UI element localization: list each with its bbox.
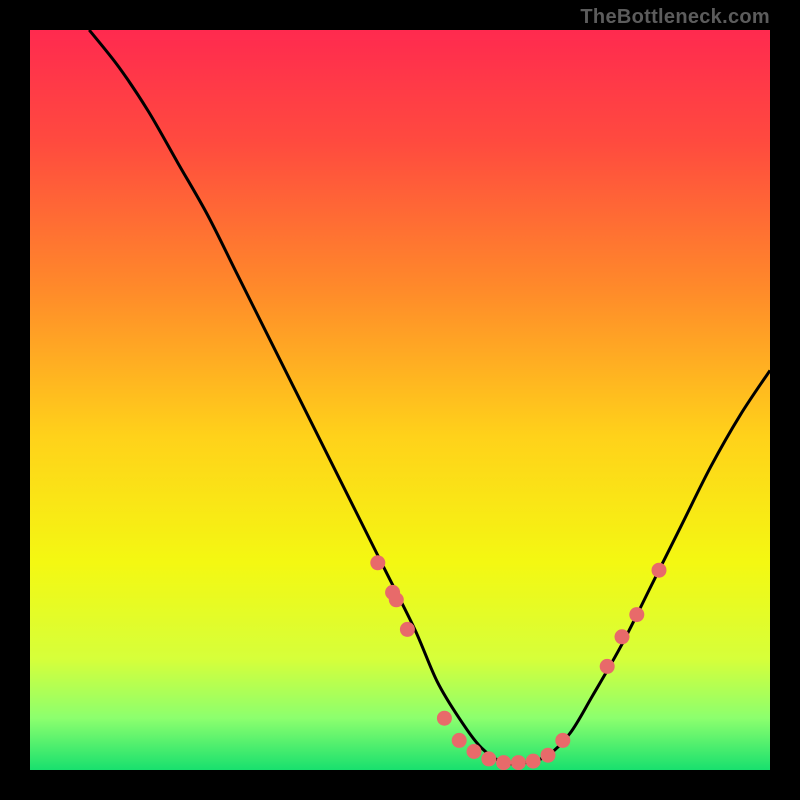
marker-point	[652, 563, 667, 578]
chart-background	[30, 30, 770, 770]
marker-point	[389, 592, 404, 607]
marker-point	[600, 659, 615, 674]
marker-point	[400, 622, 415, 637]
marker-point	[452, 733, 467, 748]
watermark-text: TheBottleneck.com	[580, 6, 770, 29]
marker-point	[437, 711, 452, 726]
marker-point	[496, 755, 511, 770]
marker-point	[526, 754, 541, 769]
chart-svg	[30, 30, 770, 770]
marker-point	[615, 629, 630, 644]
marker-point	[541, 748, 556, 763]
marker-point	[467, 744, 482, 759]
marker-point	[481, 751, 496, 766]
marker-point	[555, 733, 570, 748]
marker-point	[629, 607, 644, 622]
chart-frame	[30, 30, 770, 770]
marker-point	[370, 555, 385, 570]
marker-point	[511, 755, 526, 770]
